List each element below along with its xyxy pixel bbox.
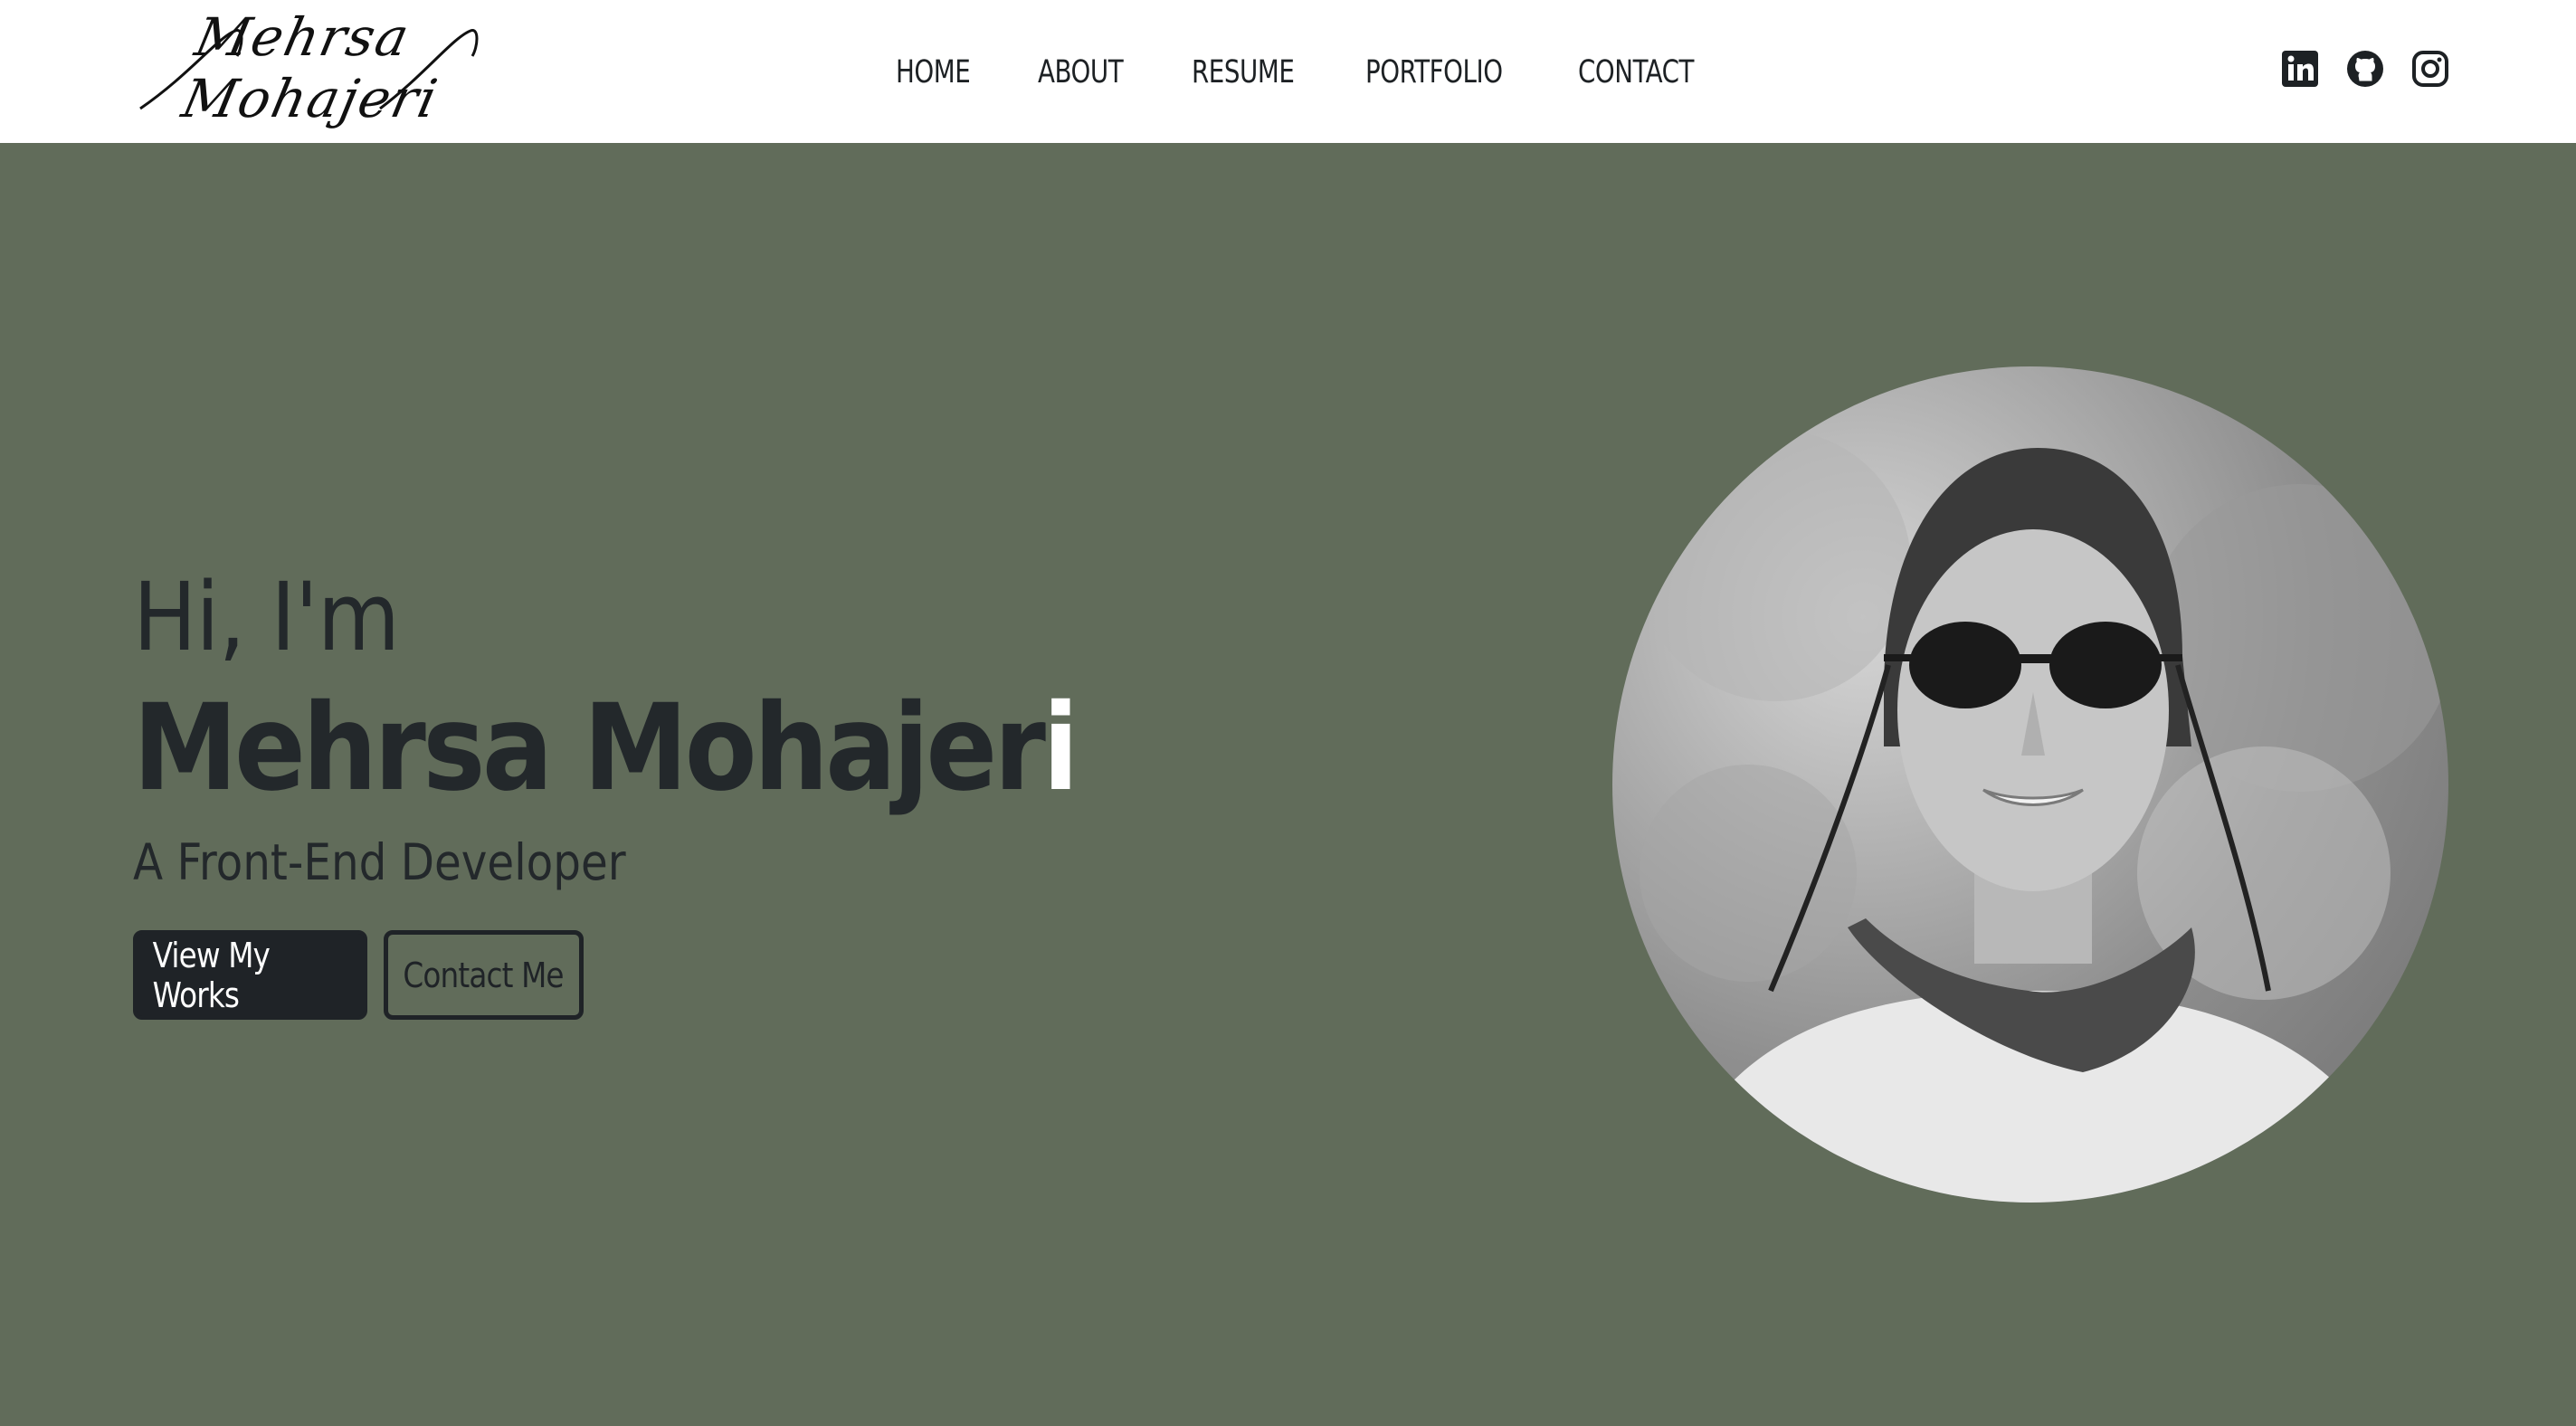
profile-photo [1612,366,2448,1203]
hero-name-typing-letter: i [1042,679,1079,818]
nav-home[interactable]: HOME [896,47,971,98]
logo[interactable]: Mehrsa Mohajeri [136,6,647,129]
nav-portfolio[interactable]: PORTFOLIO [1365,47,1503,98]
contact-me-button[interactable]: Contact Me [384,930,584,1020]
view-my-works-button[interactable]: View My Works [133,930,367,1020]
hero-name: Mehrsa Mohajeri [133,680,1079,816]
hero-buttons: View My Works Contact Me [133,930,1038,1020]
logo-text: Mehrsa Mohajeri [176,6,444,129]
nav-resume[interactable]: RESUME [1192,47,1295,98]
nav-about[interactable]: ABOUT [1038,47,1124,98]
navbar: Mehrsa Mohajeri HOME ABOUT RESUME PORTFO… [0,0,2576,143]
contact-me-label: Contact Me [403,955,565,995]
hero-intro: Hi, I'm Mehrsa Mohajeri A Front-End Deve… [133,561,1079,1020]
profile-portrait [1640,430,2448,1203]
hero-greeting: Hi, I'm [133,562,400,672]
main-nav: HOME ABOUT RESUME PORTFOLIO CONTACT [896,47,1766,98]
hero-role: A Front-End Developer [133,833,626,891]
view-my-works-label: View My Works [152,935,271,1015]
linkedin-icon[interactable] [2281,50,2319,88]
hero-name-main: Mehrsa Mohajer [133,679,1046,818]
nav-contact[interactable]: CONTACT [1578,47,1694,98]
social-links [2281,50,2449,88]
instagram-icon[interactable] [2411,50,2449,88]
github-icon[interactable] [2346,50,2384,88]
